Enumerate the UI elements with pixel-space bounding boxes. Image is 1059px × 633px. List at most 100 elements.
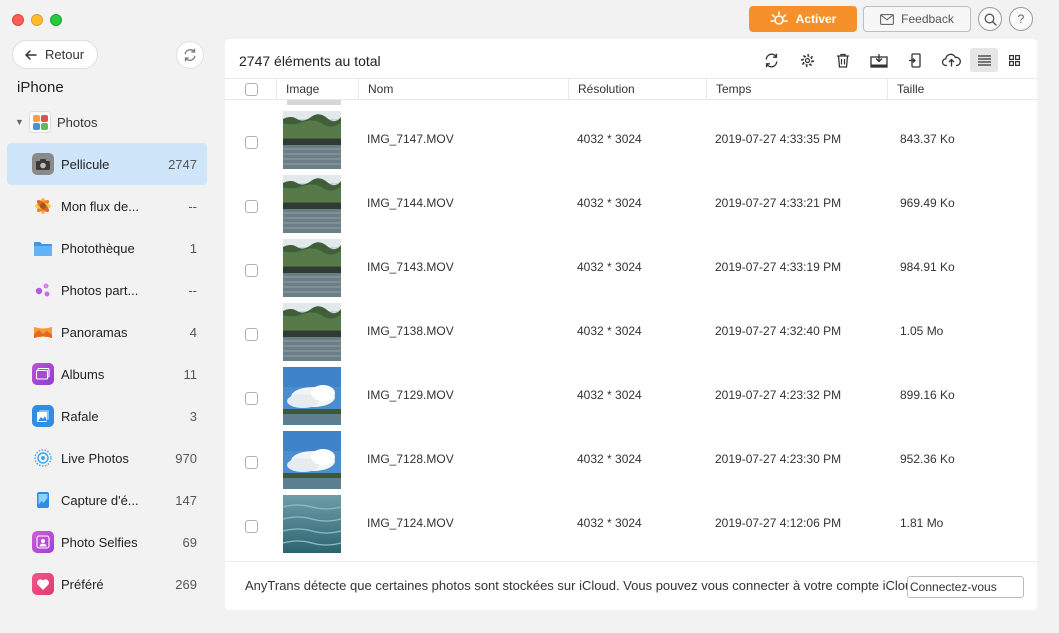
sidebar-item-count: 4: [189, 324, 197, 340]
row-checkbox[interactable]: [245, 200, 258, 213]
feedback-button[interactable]: Feedback: [863, 6, 971, 32]
sidebar-item-label: Albums: [61, 366, 105, 382]
column-header-name[interactable]: Nom: [358, 79, 568, 100]
table-row[interactable]: IMG_7143.MOV 4032 * 3024 2019-07-27 4:33:1…: [225, 235, 1037, 299]
sidebar-item-phototheque[interactable]: Photothèque 1: [7, 227, 207, 269]
settings-button[interactable]: [793, 48, 821, 72]
photo-thumbnail[interactable]: [283, 367, 341, 425]
sidebar-item-selfies[interactable]: Photo Selfies 69: [7, 521, 207, 563]
list-view-icon: [977, 54, 991, 66]
shared-photos-icon: [32, 279, 54, 301]
select-all-checkbox[interactable]: [245, 83, 258, 96]
sidebar-item-label: Panoramas: [61, 324, 128, 340]
photostream-icon: [32, 195, 54, 217]
help-button[interactable]: ?: [1009, 7, 1033, 31]
file-resolution: 4032 * 3024: [577, 324, 642, 338]
sun-icon: [769, 11, 788, 27]
sidebar-item-live-photos[interactable]: Live Photos 970: [7, 437, 207, 479]
search-button[interactable]: [978, 7, 1002, 31]
sidebar-item-label: Photo Selfies: [61, 534, 138, 550]
file-size: 984.91 Ko: [900, 260, 955, 274]
refresh-icon: [184, 48, 196, 62]
live-photos-icon: [32, 447, 54, 469]
sidebar-item-mon-flux[interactable]: Mon flux de... --: [7, 185, 207, 227]
device-name: iPhone: [17, 79, 64, 96]
folder-icon: [32, 237, 54, 259]
grid-view-toggle[interactable]: [1000, 48, 1028, 72]
file-name: IMG_7124.MOV: [367, 516, 454, 530]
sidebar-item-label: Live Photos: [61, 450, 129, 466]
sidebar-item-count: 970: [175, 450, 197, 466]
sidebar-item-panoramas[interactable]: Panoramas 4: [7, 311, 207, 353]
photo-thumbnail[interactable]: [283, 175, 341, 233]
sidebar-item-capture[interactable]: Capture d'é... 147: [7, 479, 207, 521]
row-checkbox[interactable]: [245, 520, 258, 533]
row-checkbox[interactable]: [245, 328, 258, 341]
photo-thumbnail[interactable]: [283, 431, 341, 489]
sidebar-item-count: 11: [183, 366, 198, 382]
upload-to-cloud-button[interactable]: [937, 48, 965, 72]
window-minimize-button[interactable]: [31, 14, 43, 26]
list-view-toggle[interactable]: [970, 48, 998, 72]
sidebar-item-label: Mon flux de...: [61, 198, 140, 214]
activate-button[interactable]: Activer: [749, 6, 857, 32]
file-resolution: 4032 * 3024: [577, 452, 642, 466]
sidebar-item-count: 269: [175, 576, 197, 592]
back-button[interactable]: Retour: [12, 40, 98, 69]
sidebar-item-count: --: [188, 282, 197, 298]
back-label: Retour: [45, 47, 85, 62]
table-row[interactable]: IMG_7138.MOV 4032 * 3024 2019-07-27 4:32:4…: [225, 299, 1037, 363]
search-icon: [984, 13, 997, 26]
photos-group-label: Photos: [57, 114, 98, 130]
file-name: IMG_7128.MOV: [367, 452, 454, 466]
sidebar-item-photos-partagees[interactable]: Photos part... --: [7, 269, 207, 311]
column-header-time[interactable]: Temps: [706, 79, 887, 100]
photo-thumbnail[interactable]: [283, 303, 341, 361]
icloud-notice-bar: AnyTrans détecte que certaines photos so…: [225, 561, 1037, 610]
sidebar-item-pellicule[interactable]: Pellicule 2747: [7, 143, 207, 185]
sidebar-item-label: Pellicule: [61, 156, 110, 172]
column-header-resolution[interactable]: Résolution: [568, 79, 706, 100]
file-time: 2019-07-27 4:23:32 PM: [715, 388, 842, 402]
table-row[interactable]: IMG_7124.MOV 4032 * 3024 2019-07-27 4:12:0…: [225, 491, 1037, 555]
file-resolution: 4032 * 3024: [577, 196, 642, 210]
row-checkbox[interactable]: [245, 456, 258, 469]
window-close-button[interactable]: [12, 14, 24, 26]
photo-thumbnail[interactable]: [283, 111, 341, 169]
photos-app-icon: [29, 111, 51, 133]
row-checkbox[interactable]: [245, 392, 258, 405]
send-to-device-button[interactable]: [901, 48, 929, 72]
table-row[interactable]: IMG_7128.MOV 4032 * 3024 2019-07-27 4:23:3…: [225, 427, 1037, 491]
refresh-button[interactable]: [757, 48, 785, 72]
grid-view-icon: [1008, 54, 1020, 66]
file-time: 2019-07-27 4:33:35 PM: [715, 132, 842, 146]
file-name: IMG_7143.MOV: [367, 260, 454, 274]
table-row[interactable]: IMG_7147.MOV 4032 * 3024 2019-07-27 4:33:3…: [225, 107, 1037, 171]
photos-group-header[interactable]: ▼ Photos: [15, 110, 97, 134]
sidebar-item-prefere[interactable]: Préféré 269: [7, 563, 207, 605]
sidebar-item-count: 147: [175, 492, 197, 508]
file-name: IMG_7138.MOV: [367, 324, 454, 338]
export-to-computer-button[interactable]: [865, 48, 893, 72]
table-header: Image Nom Résolution Temps Taille: [225, 78, 1037, 100]
download-to-computer-icon: [870, 53, 888, 68]
sidebar-item-label: Photos part...: [61, 282, 139, 298]
connect-icloud-button[interactable]: Connectez-vous: [907, 576, 1024, 598]
delete-button[interactable]: [829, 48, 857, 72]
row-checkbox[interactable]: [245, 264, 258, 277]
row-checkbox[interactable]: [245, 136, 258, 149]
sidebar-item-rafale[interactable]: Rafale 3: [7, 395, 207, 437]
mail-icon: [880, 13, 895, 25]
photo-thumbnail[interactable]: [283, 239, 341, 297]
photo-thumbnail[interactable]: [283, 495, 341, 553]
column-header-image[interactable]: Image: [276, 79, 358, 100]
column-header-size[interactable]: Taille: [887, 79, 1037, 100]
sidebar-list: Pellicule 2747 Mon flux de... -- Phototh…: [7, 143, 207, 605]
table-row[interactable]: IMG_7144.MOV 4032 * 3024 2019-07-27 4:33:2…: [225, 171, 1037, 235]
table-row[interactable]: IMG_7129.MOV 4032 * 3024 2019-07-27 4:23:3…: [225, 363, 1037, 427]
sidebar-refresh-button[interactable]: [176, 41, 204, 69]
window-maximize-button[interactable]: [50, 14, 62, 26]
sidebar-item-count: --: [188, 198, 197, 214]
sidebar-item-albums[interactable]: Albums 11: [7, 353, 207, 395]
refresh-icon: [765, 53, 777, 67]
